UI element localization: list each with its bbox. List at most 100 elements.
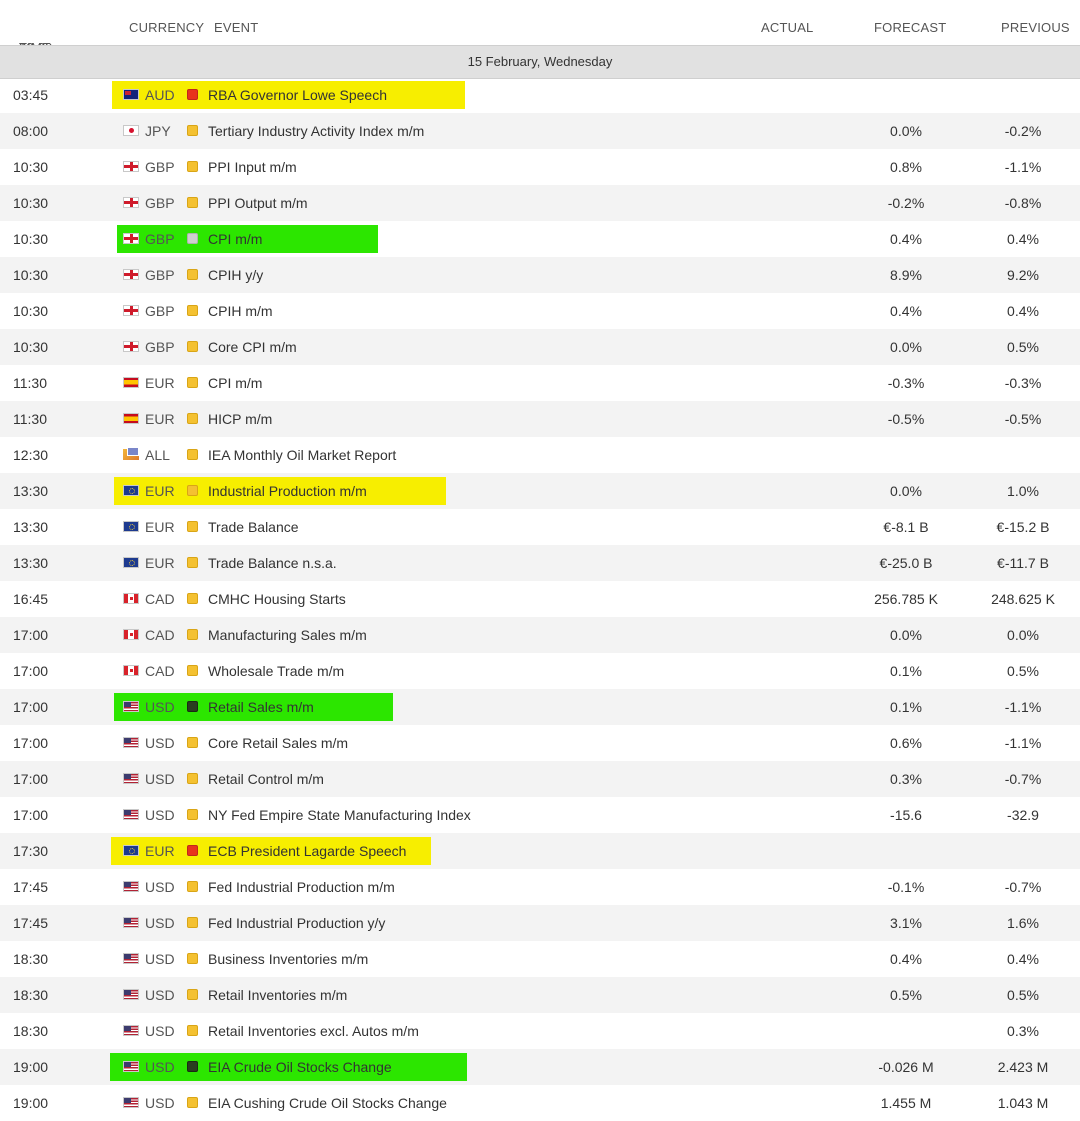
event-name[interactable]: Core CPI m/m [208,339,297,355]
table-row[interactable]: 08:00 JPY Tertiary Industry Activity Index… [0,113,1080,149]
impact-icon [187,341,198,352]
table-row[interactable]: 17:00 USD Retail Control m/m 0.3% -0.7% [0,761,1080,797]
currency-code: CAD [145,591,175,607]
eur-flag-icon [123,521,139,532]
event-name[interactable]: RBA Governor Lowe Speech [208,87,387,103]
gbp-flag-icon [123,161,139,172]
event-time: 13:30 [13,555,49,571]
impact-icon [187,89,198,100]
event-name[interactable]: Retail Inventories excl. Autos m/m [208,1023,419,1039]
event-name[interactable]: Retail Inventories m/m [208,987,347,1003]
event-name[interactable]: EIA Crude Oil Stocks Change [208,1059,392,1075]
forecast-value: -0.3% [887,375,925,391]
event-name[interactable]: Retail Sales m/m [208,699,314,715]
event-name[interactable]: CMHC Housing Starts [208,591,346,607]
currency-code: GBP [145,231,175,247]
table-row[interactable]: 17:00 CAD Wholesale Trade m/m 0.1% 0.5% [0,653,1080,689]
table-row[interactable]: 03:45 AUD RBA Governor Lowe Speech [0,77,1080,113]
impact-icon [187,1025,198,1036]
table-row[interactable]: 13:30 EUR Trade Balance €-8.1 B €-15.2 B [0,509,1080,545]
event-time: 17:00 [13,735,49,751]
event-name[interactable]: Trade Balance n.s.a. [208,555,337,571]
gbp-flag-icon [123,197,139,208]
event-name[interactable]: PPI Input m/m [208,159,297,175]
table-row[interactable]: 10:30 GBP CPIH m/m 0.4% 0.4% [0,293,1080,329]
event-time: 03:45 [13,87,49,103]
event-time: 17:00 [13,807,49,823]
event-name[interactable]: Fed Industrial Production y/y [208,915,385,931]
event-name[interactable]: Core Retail Sales m/m [208,735,348,751]
table-row[interactable]: 16:45 CAD CMHC Housing Starts 256.785 K 248.… [0,581,1080,617]
table-row[interactable]: 11:30 EUR CPI m/m -0.3% -0.3% [0,365,1080,401]
event-name[interactable]: Wholesale Trade m/m [208,663,344,679]
previous-value: -0.7% [1004,771,1042,787]
economic-calendar: TIME, 22:39 CURRENCY EVENT ACTUAL FORECA… [0,0,1080,1120]
previous-value: €-11.7 B [997,555,1049,571]
table-row[interactable]: 10:30 GBP Core CPI m/m 0.0% 0.5% [0,329,1080,365]
currency-code: EUR [145,519,175,535]
impact-icon [187,845,198,856]
event-name[interactable]: CPIH m/m [208,303,273,319]
event-name[interactable]: Industrial Production m/m [208,483,367,499]
impact-icon [187,485,198,496]
event-time: 08:00 [13,123,49,139]
event-name[interactable]: Tertiary Industry Activity Index m/m [208,123,424,139]
table-row[interactable]: 10:30 GBP CPI m/m 0.4% 0.4% [0,221,1080,257]
event-time: 10:30 [13,267,49,283]
event-name[interactable]: Retail Control m/m [208,771,324,787]
impact-icon [187,521,198,532]
previous-value: -0.3% [1004,375,1042,391]
table-row[interactable]: 19:00 USD EIA Cushing Crude Oil Stocks Cha… [0,1085,1080,1121]
event-name[interactable]: Business Inventories m/m [208,951,368,967]
usd-flag-icon [123,953,139,964]
event-name[interactable]: NY Fed Empire State Manufacturing Index [208,807,471,823]
event-name[interactable]: HICP m/m [208,411,272,427]
currency-code: USD [145,1023,175,1039]
impact-icon [187,305,198,316]
forecast-value: 0.0% [890,483,922,499]
impact-icon [187,449,198,460]
previous-value: 0.4% [1007,951,1039,967]
table-row[interactable]: 18:30 USD Business Inventories m/m 0.4% 0.4% [0,941,1080,977]
forecast-value: 0.0% [890,627,922,643]
event-name[interactable]: EIA Cushing Crude Oil Stocks Change [208,1095,447,1111]
forecast-value: 0.5% [890,987,922,1003]
table-row[interactable]: 17:30 EUR ECB President Lagarde Speech [0,833,1080,869]
table-row[interactable]: 10:30 GBP PPI Output m/m -0.2% -0.8% [0,185,1080,221]
table-row[interactable]: 10:30 GBP CPIH y/y 8.9% 9.2% [0,257,1080,293]
event-name[interactable]: PPI Output m/m [208,195,308,211]
table-row[interactable]: 17:45 USD Fed Industrial Production m/m -0.… [0,869,1080,905]
event-name[interactable]: IEA Monthly Oil Market Report [208,447,396,463]
table-row[interactable]: 12:30 ALL IEA Monthly Oil Market Report [0,437,1080,473]
table-row[interactable]: 10:30 GBP PPI Input m/m 0.8% -1.1% [0,149,1080,185]
event-name[interactable]: Manufacturing Sales m/m [208,627,367,643]
previous-value: -0.8% [1004,195,1042,211]
previous-value: 1.0% [1007,483,1039,499]
event-name[interactable]: ECB President Lagarde Speech [208,843,406,859]
table-row[interactable]: 18:30 USD Retail Inventories excl. Autos m… [0,1013,1080,1049]
gbp-flag-icon [123,341,139,352]
currency-code: USD [145,699,175,715]
table-row[interactable]: 13:30 EUR Trade Balance n.s.a. €-25.0 B €-11… [0,545,1080,581]
event-name[interactable]: Fed Industrial Production m/m [208,879,395,895]
table-row[interactable]: 17:45 USD Fed Industrial Production y/y 3.1… [0,905,1080,941]
event-name[interactable]: CPIH y/y [208,267,263,283]
event-name[interactable]: CPI m/m [208,231,262,247]
impact-icon [187,989,198,1000]
previous-value: 0.3% [1007,1023,1039,1039]
table-row[interactable]: 17:00 CAD Manufacturing Sales m/m 0.0% 0.0% [0,617,1080,653]
eur-flag-icon [123,845,139,856]
event-name[interactable]: CPI m/m [208,375,262,391]
table-row[interactable]: 13:30 EUR Industrial Production m/m 0.0% 1.0… [0,473,1080,509]
eur-flag-icon [123,557,139,568]
table-row[interactable]: 11:30 EUR HICP m/m -0.5% -0.5% [0,401,1080,437]
table-row[interactable]: 19:00 USD EIA Crude Oil Stocks Change -0.02… [0,1049,1080,1085]
event-time: 17:00 [13,771,49,787]
impact-icon [187,953,198,964]
table-row[interactable]: 17:00 USD NY Fed Empire State Manufacturin… [0,797,1080,833]
table-row[interactable]: 18:30 USD Retail Inventories m/m 0.5% 0.5% [0,977,1080,1013]
cad-flag-icon [123,629,139,640]
event-name[interactable]: Trade Balance [208,519,299,535]
table-row[interactable]: 17:00 USD Retail Sales m/m 0.1% -1.1% [0,689,1080,725]
table-row[interactable]: 17:00 USD Core Retail Sales m/m 0.6% -1.1% [0,725,1080,761]
